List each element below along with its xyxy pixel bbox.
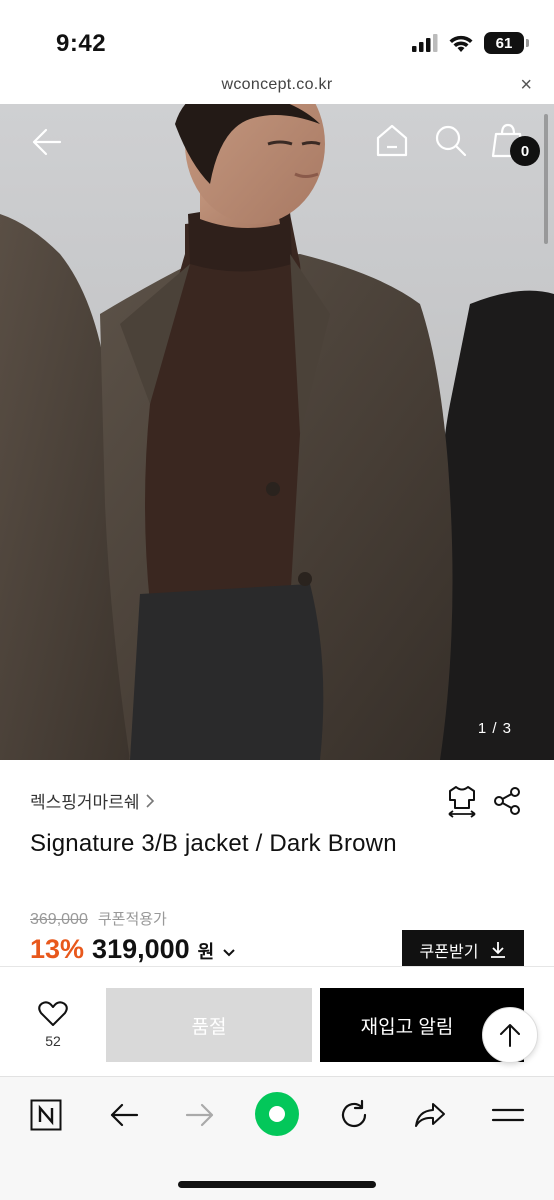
browser-share-button[interactable] — [410, 1095, 450, 1135]
reload-icon — [341, 1099, 367, 1128]
heart-icon — [38, 1001, 68, 1026]
home-icon[interactable] — [374, 122, 410, 158]
like-button[interactable]: 52 — [30, 1001, 76, 1049]
discount-rate: 13% — [30, 934, 85, 964]
search-icon[interactable] — [432, 122, 468, 158]
price-row[interactable]: 13% 319,000 원 — [30, 934, 236, 965]
status-time: 9:42 — [56, 30, 107, 57]
browser-menu-button[interactable] — [488, 1095, 528, 1135]
status-bar: 9:42 61 — [0, 0, 554, 70]
product-photo — [0, 104, 554, 760]
url-text[interactable]: wconcept.co.kr — [0, 76, 554, 94]
coupon-price-note: 쿠폰적용가 — [97, 911, 167, 928]
green-dot-icon — [255, 1092, 299, 1136]
currency-label: 원 — [197, 942, 215, 962]
home-indicator — [178, 1181, 376, 1188]
scroll-top-button[interactable] — [482, 1007, 538, 1063]
status-icons: 61 — [412, 32, 529, 54]
back-arrow-icon[interactable] — [28, 124, 64, 160]
wifi-icon — [449, 35, 473, 52]
reload-button[interactable] — [334, 1095, 374, 1135]
download-icon — [491, 942, 506, 958]
product-image-gallery[interactable]: 0 1 / 3 — [0, 104, 554, 760]
original-price-row: 369,000 쿠폰적용가 — [30, 908, 167, 929]
chevron-down-icon[interactable] — [222, 948, 236, 958]
naver-home-button[interactable] — [26, 1095, 66, 1135]
battery-indicator: 61 — [484, 32, 529, 54]
image-counter: 1 / 3 — [477, 720, 512, 737]
original-price: 369,000 — [30, 911, 88, 928]
share-icon[interactable] — [492, 786, 522, 816]
browser-back-button[interactable] — [104, 1095, 144, 1135]
get-coupon-label: 쿠폰받기 — [419, 944, 479, 961]
like-count: 52 — [45, 1033, 61, 1049]
browser-toolbar — [0, 1076, 554, 1200]
soldout-button[interactable]: 품절 — [106, 988, 312, 1062]
sale-price: 319,000 — [92, 934, 190, 964]
naver-n-icon — [30, 1099, 62, 1131]
signal-icon — [412, 34, 438, 52]
purchase-bar: 52 품절 재입고 알림 — [0, 966, 554, 1076]
back-arrow-icon — [110, 1103, 139, 1127]
product-name: Signature 3/B jacket / Dark Brown — [30, 830, 397, 857]
get-coupon-button[interactable]: 쿠폰받기 — [402, 930, 524, 970]
product-info: 렉스핑거마르쉐 Signature 3/B jacket / Dark Brow… — [0, 760, 554, 970]
cart-count-badge[interactable]: 0 — [510, 136, 540, 166]
share-arrow-icon — [415, 1103, 445, 1127]
brand-link[interactable]: 렉스핑거마르쉐 — [30, 788, 155, 813]
size-guide-icon[interactable] — [446, 784, 478, 818]
arrow-up-icon — [500, 1024, 520, 1047]
brand-name: 렉스핑거마르쉐 — [30, 793, 140, 812]
forward-arrow-icon — [185, 1103, 214, 1127]
close-icon[interactable]: × — [520, 74, 532, 97]
url-bar[interactable]: wconcept.co.kr × — [0, 70, 554, 104]
gallery-header: 0 — [0, 104, 554, 184]
menu-icon — [491, 1108, 525, 1122]
browser-forward-button[interactable] — [180, 1095, 220, 1135]
naver-green-button[interactable] — [254, 1091, 300, 1137]
chevron-right-icon — [146, 793, 155, 808]
